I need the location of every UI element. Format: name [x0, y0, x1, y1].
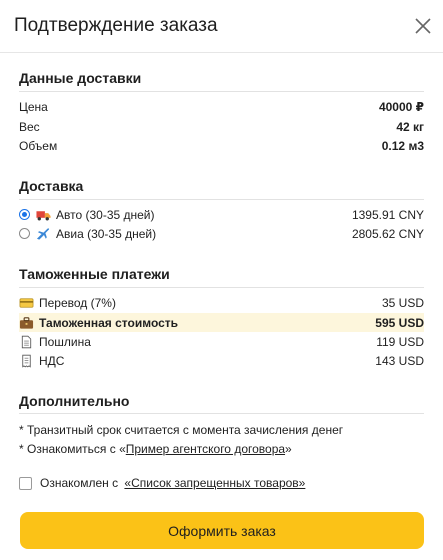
customs-value-label: Таможенная стоимость [39, 315, 179, 330]
duty-label: Пошлина [39, 334, 91, 349]
customs-title: Таможенные платежи [19, 266, 170, 282]
divider [19, 91, 424, 92]
price-label: Цена [19, 99, 48, 114]
dialog-header: Подтверждение заказа [0, 0, 443, 53]
volume-value: 0.12 м3 [381, 138, 424, 153]
transfer-value: 35 USD [381, 295, 424, 310]
agreement-note: * Ознакомиться с «Пример агентского дого… [19, 442, 292, 456]
customs-value-row: Таможенная стоимость 595 USD [19, 313, 424, 332]
additional-title: Дополнительно [19, 393, 130, 409]
divider [19, 199, 424, 200]
agree-prefix: Ознакомлен с [40, 476, 122, 490]
receipt-icon [22, 354, 31, 368]
divider [19, 413, 424, 414]
vat-label: НДС [39, 353, 65, 368]
weight-value: 42 кг [396, 119, 424, 134]
air-radio[interactable] [19, 228, 30, 239]
airplane-icon [36, 227, 50, 240]
divider [19, 287, 424, 288]
agree-checkbox[interactable] [19, 476, 32, 490]
submit-order-button[interactable]: Оформить заказ [20, 512, 424, 549]
agreement-note-suffix: » [285, 442, 292, 456]
price-row: Цена 40000 ₽ [19, 97, 424, 116]
price-value: 40000 ₽ [378, 99, 424, 114]
close-icon[interactable] [414, 17, 432, 35]
air-price: 2805.62 CNY [351, 226, 424, 241]
auto-radio[interactable] [19, 209, 30, 220]
shipping-option-auto[interactable]: Авто (30-35 дней) 1395.91 CNY [19, 205, 424, 224]
customs-value-amount: 595 USD [375, 315, 424, 330]
shipping-option-air[interactable]: Авиа (30-35 дней) 2805.62 CNY [19, 224, 424, 243]
agreement-note-prefix: * Ознакомиться с « [19, 442, 126, 456]
shipping-title: Доставка [19, 178, 84, 194]
delivery-data-title: Данные доставки [19, 70, 142, 86]
air-label: Авиа (30-35 дней) [56, 226, 157, 241]
transit-note: * Транзитный срок считается с момента за… [19, 423, 344, 437]
volume-row: Объем 0.12 м3 [19, 136, 424, 155]
duty-row: Пошлина 119 USD [19, 332, 424, 351]
auto-label: Авто (30-35 дней) [56, 207, 155, 222]
credit-card-icon [19, 297, 34, 308]
agree-checkbox-row[interactable]: Ознакомлен с «Список запрещенных товаров… [19, 474, 305, 492]
prohibited-goods-link[interactable]: «Список запрещенных товаров» [124, 476, 305, 490]
agency-agreement-link[interactable]: Пример агентского договора [126, 442, 285, 456]
briefcase-icon [19, 316, 34, 329]
volume-label: Объем [19, 138, 58, 153]
transfer-row: Перевод (7%) 35 USD [19, 293, 424, 312]
duty-value: 119 USD [376, 334, 424, 349]
truck-icon [36, 210, 51, 220]
weight-row: Вес 42 кг [19, 117, 424, 136]
vat-row: НДС 143 USD [19, 351, 424, 370]
dialog-title: Подтверждение заказа [14, 15, 218, 36]
document-icon [21, 335, 32, 348]
transfer-label: Перевод (7%) [39, 295, 116, 310]
vat-value: 143 USD [375, 353, 424, 368]
weight-label: Вес [19, 119, 40, 134]
auto-price: 1395.91 CNY [351, 207, 424, 222]
